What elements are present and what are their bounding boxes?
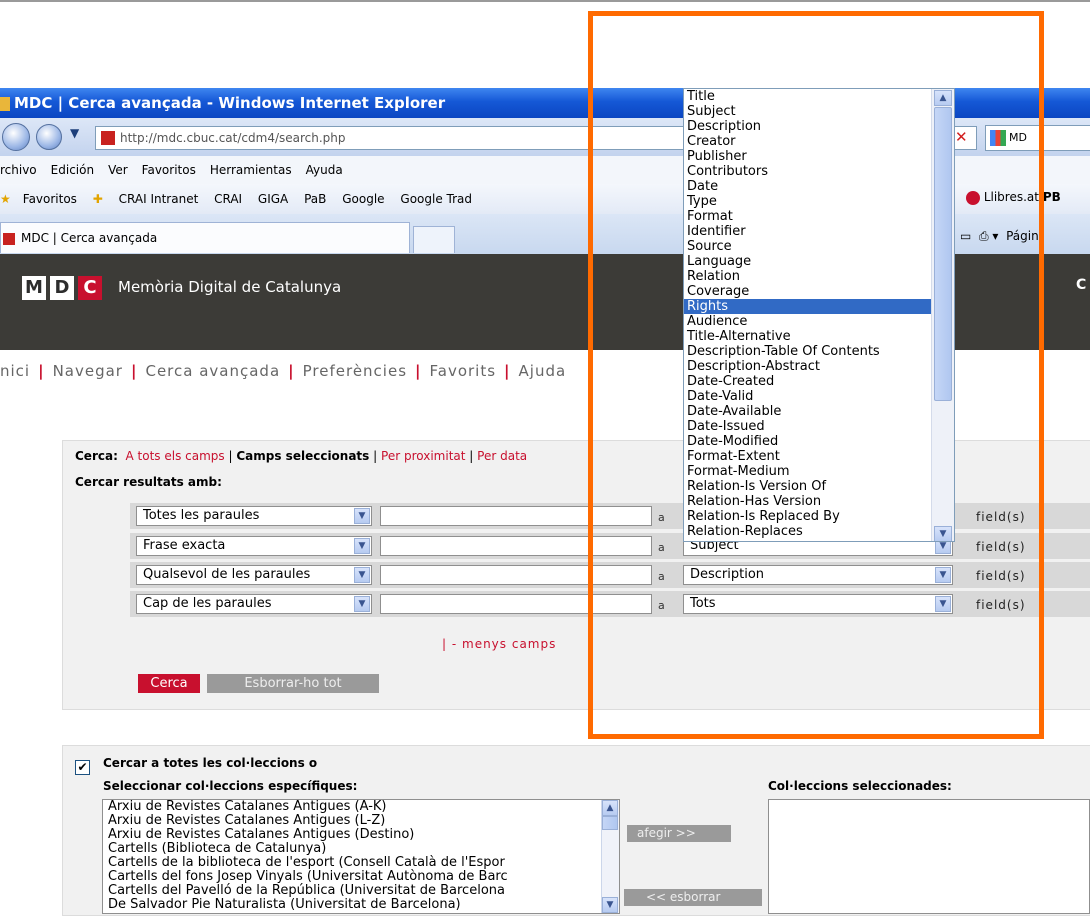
list-item[interactable]: Cartells del fons Josep Vinyals (Univers… bbox=[108, 870, 619, 884]
nav-sep: | bbox=[504, 362, 511, 380]
recent-pages-chevron-icon[interactable]: ▼ bbox=[70, 126, 79, 140]
back-button[interactable] bbox=[2, 123, 30, 151]
chevron-down-icon[interactable]: ▼ bbox=[354, 538, 370, 554]
fav-crai[interactable]: CRAI bbox=[214, 192, 242, 206]
nav-navegar[interactable]: Navegar bbox=[53, 362, 123, 380]
highlight-annotation-box bbox=[588, 11, 1044, 739]
favorites-star-icon: ★ bbox=[0, 192, 11, 206]
list-item[interactable]: Arxiu de Revistes Catalanes Antigues (De… bbox=[108, 828, 619, 842]
fav-google[interactable]: Google bbox=[342, 192, 384, 206]
all-collections-label: Cercar a totes les col·leccions o bbox=[103, 756, 318, 770]
nav-inici[interactable]: nici bbox=[0, 362, 30, 380]
add-collection-button[interactable]: afegir >> bbox=[627, 825, 731, 842]
operator-select[interactable]: Frase exacta ▼ bbox=[136, 536, 372, 556]
operator-select[interactable]: Cap de les paraules ▼ bbox=[136, 594, 372, 614]
list-scrollbar[interactable]: ▲ ▼ bbox=[601, 800, 619, 913]
list-item[interactable]: Cartells del Pavelló de la República (Un… bbox=[108, 884, 619, 898]
list-item[interactable]: De Salvador Pie Naturalista (Universitat… bbox=[108, 898, 619, 912]
list-item[interactable]: Arxiu de Revistes Catalanes Antigues (L-… bbox=[108, 814, 619, 828]
chevron-down-icon[interactable]: ▼ bbox=[354, 508, 370, 524]
all-collections-checkbox[interactable]: ✔ bbox=[75, 760, 90, 775]
site-nav: nici | Navegar | Cerca avançada | Preferències… bbox=[0, 362, 566, 380]
tab-mdc[interactable]: MDC | Cerca avançada bbox=[0, 222, 410, 253]
operator-select[interactable]: Qualsevol de les paraules ▼ bbox=[136, 565, 372, 585]
nav-sep: | bbox=[130, 362, 138, 380]
logo-m[interactable]: M bbox=[22, 276, 46, 300]
window-title: MDC | Cerca avançada - Windows Internet … bbox=[14, 94, 446, 112]
site-favicon bbox=[101, 130, 115, 145]
logo-d[interactable]: D bbox=[50, 276, 74, 300]
scroll-thumb[interactable] bbox=[602, 816, 618, 830]
operator-select[interactable]: Totes les paraules ▼ bbox=[136, 506, 372, 526]
operator-value: Totes les paraules bbox=[143, 508, 260, 523]
selected-collections-listbox[interactable] bbox=[768, 799, 1090, 914]
site-name: Memòria Digital de Catalunya bbox=[118, 278, 342, 296]
mode-all-fields[interactable]: A tots els camps bbox=[126, 449, 225, 463]
menu-ayuda[interactable]: Ayuda bbox=[306, 163, 343, 177]
less-fields-link[interactable]: | - menys camps bbox=[442, 637, 556, 651]
mode-date[interactable]: Per data bbox=[477, 449, 527, 463]
clear-all-button[interactable]: Esborrar-ho tot bbox=[207, 674, 379, 693]
fav-favoritos[interactable]: Favoritos bbox=[23, 192, 77, 206]
remove-collection-button[interactable]: << esborrar bbox=[624, 889, 762, 906]
select-collections-label: Seleccionar col·leccions específiques: bbox=[103, 779, 358, 793]
nav-sep: | bbox=[415, 362, 422, 380]
scroll-up-icon[interactable]: ▲ bbox=[602, 800, 618, 816]
url-text: http://mdc.cbuc.cat/cdm4/search.php bbox=[120, 131, 346, 145]
selected-collections-label: Col·leccions seleccionades: bbox=[768, 779, 952, 793]
chevron-down-icon[interactable]: ▼ bbox=[354, 567, 370, 583]
ie-window-icon bbox=[0, 96, 10, 111]
forward-button[interactable] bbox=[36, 124, 62, 150]
search-label: Cerca: bbox=[75, 449, 118, 463]
fav-pb[interactable]: PB bbox=[1043, 190, 1061, 204]
menu-archivo[interactable]: rchivo bbox=[0, 163, 37, 177]
operator-value: Qualsevol de les paraules bbox=[143, 567, 311, 582]
list-item[interactable]: Cartells (Biblioteca de Catalunya) bbox=[108, 842, 619, 856]
nav-cerca-avancada[interactable]: Cerca avançada bbox=[145, 362, 280, 380]
nav-preferencies[interactable]: Preferències bbox=[303, 362, 407, 380]
chevron-down-icon[interactable]: ▼ bbox=[354, 596, 370, 612]
search-button[interactable]: Cerca bbox=[138, 674, 200, 693]
mode-proximity[interactable]: Per proximitat bbox=[381, 449, 465, 463]
search-modes: Cerca: A tots els camps | Camps seleccio… bbox=[75, 449, 527, 463]
results-label: Cercar resultats amb: bbox=[75, 475, 222, 489]
menu-favoritos[interactable]: Favoritos bbox=[142, 163, 196, 177]
menu-edicion[interactable]: Edición bbox=[51, 163, 94, 177]
collections-listbox[interactable]: Arxiu de Revistes Catalanes Antigues (A-… bbox=[102, 799, 620, 914]
menu-herramientas[interactable]: Herramientas bbox=[210, 163, 292, 177]
list-item[interactable]: Cartells de la biblioteca de l'esport (C… bbox=[108, 856, 619, 870]
list-item[interactable]: Arxiu de Revistes Catalanes Antigues (A-… bbox=[108, 800, 619, 814]
top-border bbox=[0, 0, 1090, 2]
menu-ver[interactable]: Ver bbox=[108, 163, 128, 177]
nav-sep: | bbox=[38, 362, 45, 380]
fav-pab[interactable]: PaB bbox=[304, 192, 326, 206]
mode-sep: | bbox=[373, 449, 378, 463]
mode-sep: | bbox=[228, 449, 233, 463]
add-favorite-icon[interactable]: ✚ bbox=[93, 192, 103, 206]
mode-selected-fields[interactable]: Camps seleccionats bbox=[236, 449, 369, 463]
fav-giga[interactable]: GIGA bbox=[258, 192, 288, 206]
nav-ajuda[interactable]: Ajuda bbox=[519, 362, 567, 380]
fav-google-trad[interactable]: Google Trad bbox=[400, 192, 472, 206]
nav-sep: | bbox=[288, 362, 295, 380]
tab-title: MDC | Cerca avançada bbox=[21, 231, 158, 245]
mode-sep: | bbox=[469, 449, 474, 463]
scroll-down-icon[interactable]: ▼ bbox=[602, 897, 618, 913]
nav-favorits[interactable]: Favorits bbox=[430, 362, 497, 380]
operator-value: Cap de les paraules bbox=[143, 596, 272, 611]
new-tab-button[interactable] bbox=[413, 226, 455, 253]
operator-value: Frase exacta bbox=[143, 538, 226, 553]
tab-favicon bbox=[3, 232, 15, 245]
header-right-text: C bbox=[1076, 277, 1087, 293]
logo-c[interactable]: C bbox=[78, 276, 102, 300]
fav-crai-intranet[interactable]: CRAI Intranet bbox=[119, 192, 199, 206]
